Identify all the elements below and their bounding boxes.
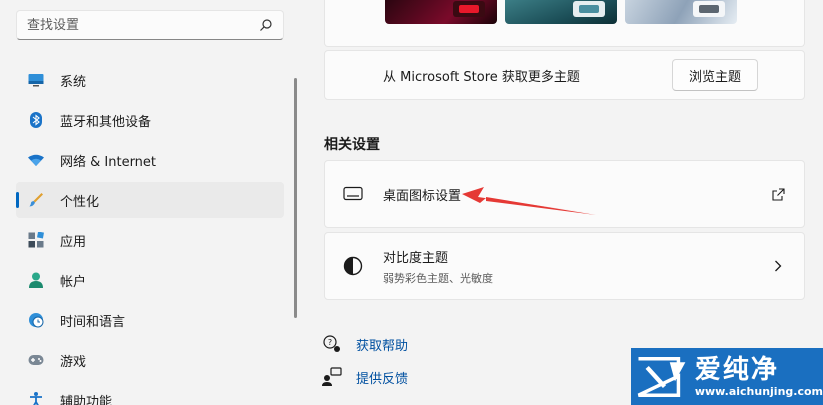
- bluetooth-icon: [28, 112, 44, 128]
- watermark-logo: 爱纯净 www.aichunjing.com: [631, 348, 823, 405]
- related-settings-title: 相关设置: [324, 137, 380, 153]
- get-help-link[interactable]: ? 获取帮助: [322, 334, 408, 354]
- external-link-icon: [770, 186, 786, 202]
- person-icon: [28, 272, 44, 288]
- sidebar-item-apps[interactable]: 应用: [16, 222, 284, 258]
- sidebar-item-label: 辅助功能: [60, 394, 113, 405]
- desktop-icon-settings-label: 桌面图标设置: [383, 188, 462, 204]
- theme-thumbnail[interactable]: [625, 0, 737, 24]
- apps-icon: [28, 232, 44, 248]
- help-icon: ?: [322, 334, 342, 354]
- sidebar-item-label: 游戏: [60, 354, 87, 370]
- theme-thumbnail[interactable]: [505, 0, 617, 24]
- give-feedback-label: 提供反馈: [356, 371, 409, 387]
- store-themes-row: 从 Microsoft Store 获取更多主题 浏览主题: [324, 50, 805, 100]
- watermark-cn: 爱纯净: [694, 354, 779, 385]
- browse-themes-button[interactable]: 浏览主题: [671, 59, 758, 91]
- accessibility-icon: [28, 392, 44, 405]
- sidebar-item-label: 帐户: [60, 274, 87, 290]
- sidebar-item-accessibility[interactable]: 辅助功能: [16, 382, 284, 405]
- monitor-icon: [343, 184, 363, 204]
- sidebar-item-gaming[interactable]: 游戏: [16, 342, 284, 378]
- sidebar-item-label: 系统: [60, 74, 87, 90]
- sidebar-item-time-language[interactable]: 时间和语言: [16, 302, 284, 338]
- sidebar-item-personalization[interactable]: 个性化: [16, 182, 284, 218]
- feedback-icon: [322, 367, 342, 387]
- sidebar-item-accounts[interactable]: 帐户: [16, 262, 284, 298]
- give-feedback-link[interactable]: 提供反馈: [322, 367, 408, 387]
- sidebar-item-label: 应用: [60, 234, 87, 250]
- sidebar-item-label: 蓝牙和其他设备: [60, 114, 152, 130]
- wifi-icon: [28, 152, 44, 168]
- system-icon: [28, 72, 44, 88]
- brush-icon: [28, 192, 44, 208]
- sidebar-scrollbar[interactable]: [294, 78, 297, 318]
- sidebar-item-network[interactable]: 网络 & Internet: [16, 142, 284, 178]
- sidebar-nav: 系统 蓝牙和其他设备 网络 & Internet 个性化 应用 帐户 时间和语言…: [16, 62, 284, 405]
- gamepad-icon: [28, 352, 44, 368]
- sidebar-item-label: 时间和语言: [60, 314, 126, 330]
- watermark-url: www.aichunjing.com: [694, 384, 823, 398]
- contrast-themes-row[interactable]: 对比度主题 弱势彩色主题、光敏度: [324, 232, 805, 300]
- sidebar-item-bluetooth[interactable]: 蓝牙和其他设备: [16, 102, 284, 138]
- sidebar-item-label: 个性化: [60, 194, 100, 210]
- contrast-themes-label: 对比度主题: [383, 250, 449, 266]
- contrast-themes-description: 弱势彩色主题、光敏度: [383, 271, 493, 285]
- search-box[interactable]: [16, 10, 284, 40]
- chevron-right-icon: [770, 258, 786, 274]
- theme-thumbnails-card: [324, 0, 805, 47]
- search-input[interactable]: [27, 17, 259, 33]
- svg-text:?: ?: [328, 338, 332, 347]
- globe-clock-icon: [28, 312, 44, 328]
- watermark-emblem: [637, 356, 686, 397]
- sidebar-item-label: 网络 & Internet: [60, 154, 157, 170]
- contrast-icon: [343, 256, 363, 276]
- sidebar-item-system[interactable]: 系统: [16, 62, 284, 98]
- get-help-label: 获取帮助: [356, 338, 409, 354]
- desktop-icon-settings-row[interactable]: 桌面图标设置: [324, 160, 805, 228]
- store-themes-text: 从 Microsoft Store 获取更多主题: [383, 69, 580, 85]
- theme-thumbnail[interactable]: [385, 0, 497, 24]
- search-icon[interactable]: [259, 18, 273, 32]
